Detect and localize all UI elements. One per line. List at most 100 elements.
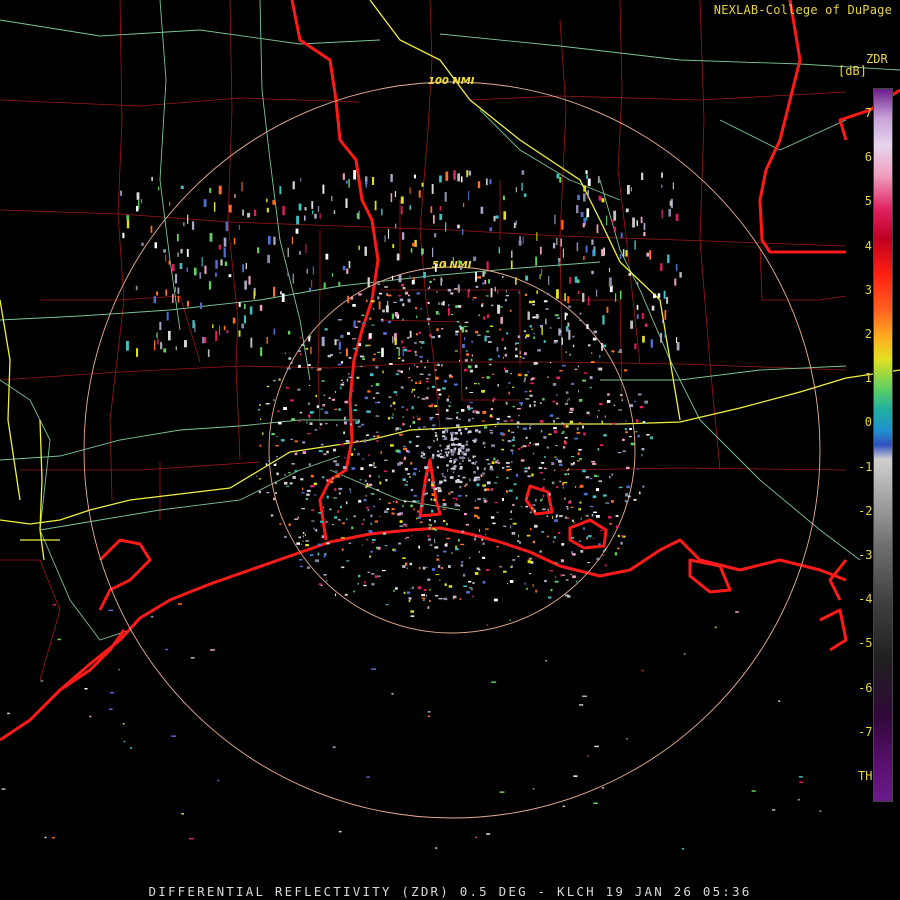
- radar-return: [421, 248, 424, 255]
- radar-return: [609, 476, 611, 479]
- radar-return: [594, 745, 599, 748]
- radar-return: [587, 296, 590, 306]
- radar-return: [411, 535, 413, 537]
- radar-return: [556, 402, 559, 405]
- radar-return: [443, 520, 446, 523]
- radar-return: [226, 330, 229, 334]
- radar-return: [572, 519, 574, 522]
- radar-return: [512, 503, 515, 506]
- radar-return: [527, 311, 530, 320]
- radar-return: [497, 383, 499, 387]
- radar-return: [225, 221, 229, 232]
- radar-return: [353, 590, 355, 593]
- radar-return: [576, 242, 579, 252]
- radar-return: [363, 581, 366, 584]
- radar-return: [438, 313, 440, 315]
- radar-return: [459, 468, 463, 470]
- radar-return: [300, 478, 304, 481]
- radar-return: [203, 199, 207, 207]
- radar-return: [426, 473, 429, 476]
- radar-return: [646, 434, 650, 436]
- radar-return: [342, 173, 345, 180]
- radar-return: [353, 515, 356, 518]
- radar-return: [171, 735, 176, 737]
- radar-return: [398, 347, 400, 357]
- radar-return: [660, 333, 663, 343]
- radar-return: [279, 186, 282, 195]
- radar-return: [509, 619, 512, 621]
- radar-return: [611, 473, 614, 476]
- radar-return: [382, 569, 386, 572]
- radar-return: [486, 623, 488, 626]
- radar-return: [298, 420, 301, 423]
- radar-return: [353, 170, 356, 180]
- radar-return: [641, 172, 644, 180]
- radar-return: [597, 448, 600, 451]
- radar-return: [463, 573, 466, 577]
- radar-return: [365, 181, 368, 188]
- radar-return: [556, 237, 558, 246]
- radar-return: [439, 480, 443, 484]
- radar-return: [582, 379, 586, 382]
- radar-return: [465, 353, 470, 356]
- radar-return: [369, 438, 373, 441]
- radar-return: [422, 452, 426, 456]
- radar-return: [401, 232, 405, 240]
- radar-return: [531, 507, 534, 509]
- radar-return: [511, 532, 516, 535]
- radar-return: [517, 425, 519, 429]
- radar-return: [532, 316, 536, 319]
- radar-return: [348, 357, 352, 359]
- radar-return: [335, 463, 340, 466]
- radar-return: [601, 787, 605, 789]
- radar-return: [457, 224, 460, 229]
- radar-return: [402, 557, 406, 559]
- radar-return: [643, 422, 646, 424]
- radar-return: [519, 356, 522, 358]
- radar-return: [527, 444, 530, 447]
- radar-return: [328, 397, 331, 399]
- radar-return: [523, 379, 526, 383]
- radar-return: [402, 565, 406, 568]
- radar-return: [578, 508, 581, 511]
- radar-return: [650, 436, 653, 440]
- radar-return: [277, 410, 280, 413]
- radar-return: [165, 289, 167, 296]
- radar-return: [542, 486, 545, 490]
- radar-return: [321, 535, 324, 539]
- radar-return: [608, 277, 612, 287]
- radar-return: [343, 416, 346, 420]
- radar-return: [470, 358, 473, 362]
- radar-return: [505, 462, 510, 464]
- radar-return: [360, 423, 365, 426]
- radar-return: [276, 472, 279, 476]
- radar-return: [448, 395, 450, 398]
- radar-return: [514, 354, 518, 358]
- radar-return: [322, 405, 325, 407]
- radar-return: [305, 348, 309, 350]
- radar-return: [273, 328, 276, 335]
- radar-return: [448, 418, 453, 420]
- radar-return: [560, 574, 562, 577]
- radar-return: [357, 582, 359, 585]
- radar-return: [435, 847, 438, 849]
- radar-return: [596, 488, 600, 492]
- radar-return: [608, 267, 611, 273]
- radar-return: [620, 535, 625, 537]
- radar-return: [448, 444, 450, 448]
- radar-return: [482, 441, 486, 445]
- radar-return: [598, 367, 603, 371]
- radar-return: [409, 205, 411, 210]
- radar-return: [442, 475, 445, 477]
- radar-return: [307, 489, 311, 492]
- radar-return: [598, 480, 602, 483]
- radar-return: [213, 202, 216, 212]
- radar-return: [436, 466, 439, 469]
- radar-return: [527, 560, 532, 564]
- radar-return: [430, 206, 433, 213]
- radar-return: [506, 469, 510, 472]
- radar-return: [403, 591, 406, 594]
- radar-return: [469, 478, 471, 482]
- radar-return: [291, 418, 295, 421]
- radar-return: [429, 417, 434, 419]
